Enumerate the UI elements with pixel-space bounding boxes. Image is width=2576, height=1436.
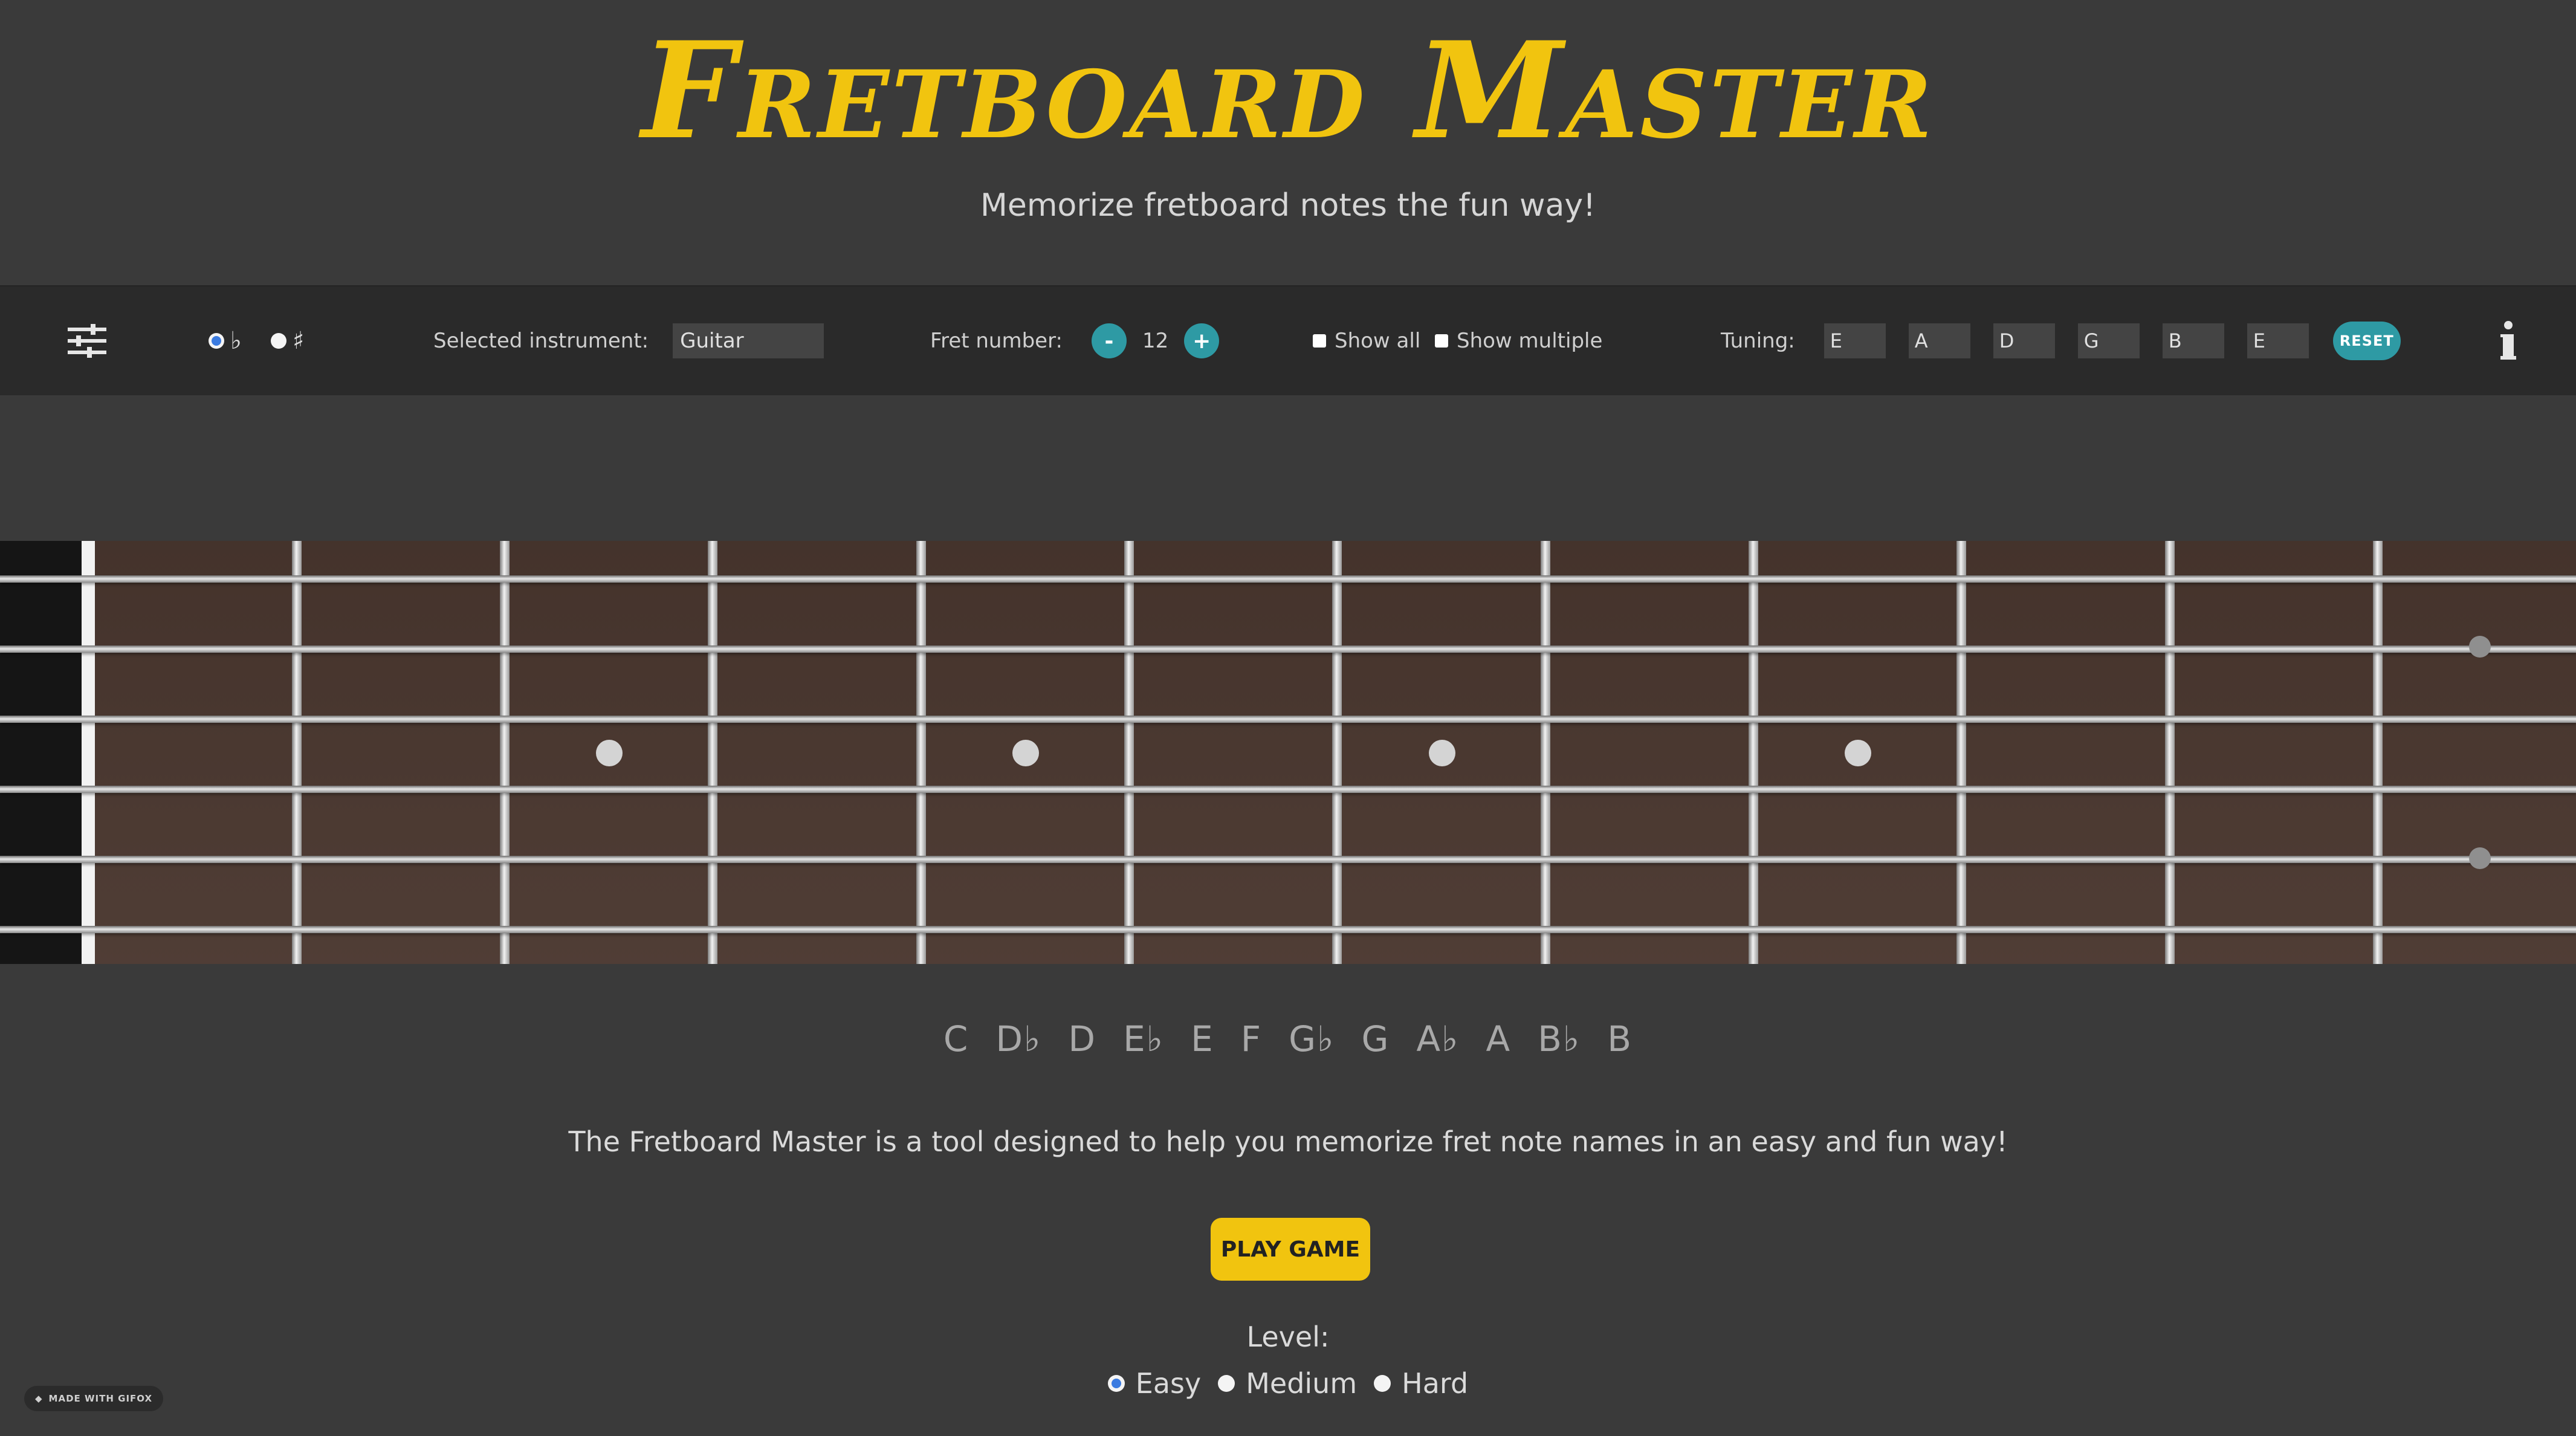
tuning-string-6[interactable]: E [2247, 323, 2309, 358]
fret-marker [1429, 740, 1455, 766]
guitar-string [0, 645, 2576, 653]
flat-label: ♭ [230, 327, 242, 355]
note-button[interactable]: A♭ [1416, 1018, 1459, 1059]
fret-marker [2469, 636, 2491, 658]
fret-increment-button[interactable]: + [1184, 323, 1220, 358]
sharp-radio[interactable] [271, 333, 286, 349]
note-button[interactable]: D♭ [995, 1018, 1041, 1059]
page-subtitle: Memorize fretboard notes the fun way! [980, 187, 1596, 224]
tuning-string-1[interactable]: E [1824, 323, 1886, 358]
fret [916, 541, 926, 964]
info-icon[interactable] [2490, 286, 2526, 395]
sharp-option[interactable]: ♯ [271, 286, 304, 395]
level-medium-label: Medium [1246, 1367, 1358, 1400]
note-button[interactable]: D [1068, 1018, 1096, 1059]
fret [708, 541, 717, 964]
tuning-string-5[interactable]: B [2162, 323, 2224, 358]
fret-marker [596, 740, 623, 766]
instrument-select[interactable]: Guitar [673, 323, 824, 358]
fox-icon: ◆ [35, 1393, 43, 1404]
level-easy-label: Easy [1135, 1367, 1202, 1400]
tuning-string-4[interactable]: G [2077, 323, 2140, 358]
level-medium-radio[interactable] [1218, 1375, 1235, 1392]
guitar-string [0, 786, 2576, 793]
note-button[interactable]: A [1486, 1018, 1511, 1059]
instrument-selector: Selected instrument: Guitar [433, 286, 824, 395]
level-hard-label: Hard [1402, 1367, 1469, 1400]
level-options: Easy Medium Hard [0, 1367, 2576, 1400]
toolbar: ♭ ♯ Selected instrument: Guitar Fret num… [0, 285, 2576, 396]
fret-decrement-button[interactable]: - [1091, 323, 1127, 358]
fret [1749, 541, 1758, 964]
description: The Fretboard Master is a tool designed … [568, 1125, 2008, 1158]
tuning-label: Tuning: [1721, 329, 1795, 353]
fret-marker [2469, 847, 2491, 869]
flat-option[interactable]: ♭ [209, 286, 242, 395]
show-multiple-label: Show multiple [1457, 329, 1603, 353]
show-all-option[interactable]: Show all [1313, 286, 1420, 395]
fret [1332, 541, 1342, 964]
tuning-string-2[interactable]: A [1908, 323, 1970, 358]
tuning-string-3[interactable]: D [1993, 323, 2055, 358]
note-button[interactable]: G♭ [1289, 1018, 1335, 1059]
level-label: Level: [1246, 1321, 1330, 1353]
note-button[interactable]: B [1607, 1018, 1633, 1059]
fret [292, 541, 302, 964]
nut [82, 541, 95, 964]
level-easy[interactable]: Easy [1107, 1367, 1202, 1400]
open-strings[interactable] [0, 541, 83, 964]
instrument-label: Selected instrument: [433, 329, 649, 353]
fret [1956, 541, 1966, 964]
fretboard[interactable] [0, 541, 2576, 964]
guitar-string [0, 856, 2576, 863]
fret [1124, 541, 1134, 964]
header: Fretboard Master Memorize fretboard note… [0, 0, 2576, 284]
fret [1541, 541, 1550, 964]
fret [2373, 541, 2383, 964]
level-medium[interactable]: Medium [1218, 1367, 1357, 1400]
gifox-watermark: ◆ MADE WITH GIFOX [24, 1386, 164, 1411]
fret-marker [1845, 740, 1871, 766]
level-easy-radio[interactable] [1107, 1375, 1125, 1392]
fret-label: Fret number: [930, 329, 1063, 353]
flat-radio[interactable] [209, 333, 224, 349]
guitar-string [0, 716, 2576, 723]
guitar-string [0, 575, 2576, 583]
note-button[interactable]: B♭ [1538, 1018, 1581, 1059]
note-button[interactable]: E [1191, 1018, 1214, 1059]
note-button[interactable]: G [1361, 1018, 1390, 1059]
guitar-string [0, 926, 2576, 933]
sliders-icon[interactable] [66, 286, 109, 395]
note-button[interactable]: F [1241, 1018, 1262, 1059]
page-title: Fretboard Master [641, 12, 1935, 169]
show-all-checkbox[interactable] [1313, 334, 1326, 348]
note-button[interactable]: E♭ [1123, 1018, 1164, 1059]
level-hard[interactable]: Hard [1374, 1367, 1468, 1400]
fret [2165, 541, 2175, 964]
note-list: C D♭ D E♭ E F G♭ G A♭ A B♭ B [0, 1018, 2576, 1059]
show-all-label: Show all [1335, 329, 1421, 353]
watermark-label: MADE WITH GIFOX [48, 1393, 153, 1404]
note-button[interactable]: C [943, 1018, 969, 1059]
fret-value: 12 [1142, 329, 1169, 353]
show-multiple-option[interactable]: Show multiple [1435, 286, 1602, 395]
tuning-control: Tuning: E A D G B E RESET [1721, 286, 2401, 395]
level-hard-radio[interactable] [1374, 1375, 1391, 1392]
fret [500, 541, 510, 964]
play-game-button[interactable]: PLAY GAME [1211, 1218, 1370, 1281]
show-multiple-checkbox[interactable] [1435, 334, 1448, 348]
fret-marker [1012, 740, 1039, 766]
reset-button[interactable]: RESET [2332, 322, 2401, 360]
sharp-label: ♯ [293, 327, 305, 355]
fret-control: Fret number: - 12 + [930, 286, 1220, 395]
